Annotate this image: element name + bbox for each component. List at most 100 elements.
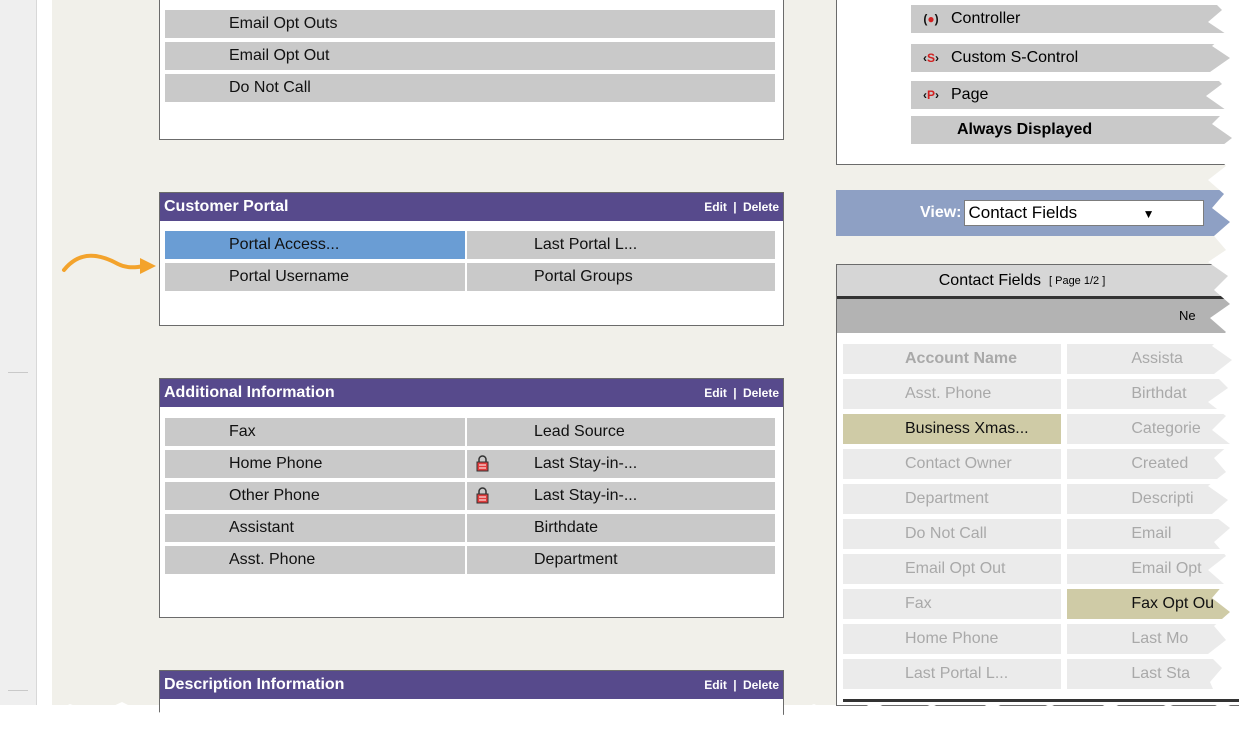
- next-page-link[interactable]: Ne: [1179, 308, 1196, 323]
- legend-label: Page: [951, 86, 989, 103]
- edit-link[interactable]: Edit: [704, 386, 727, 400]
- page-layout-editor: Email Opt Outs Email Opt Out Do Not Call…: [0, 0, 1239, 730]
- palette-field[interactable]: Business Xmas...: [843, 414, 1062, 444]
- curved-arrow-icon: [62, 253, 156, 274]
- view-bar: View: Contact Fields ▼: [836, 190, 1239, 236]
- field-assistant[interactable]: Assistant: [165, 514, 467, 542]
- field-portal-access[interactable]: Portal Access...: [165, 231, 467, 259]
- delete-link[interactable]: Delete: [743, 678, 779, 692]
- section-actions: Edit | Delete: [704, 678, 779, 692]
- palette-row: Email Opt Out Email Opt: [843, 554, 1239, 584]
- field-row: Portal Username Portal Groups: [165, 263, 779, 291]
- delete-link[interactable]: Delete: [743, 200, 779, 214]
- palette-field[interactable]: Email: [1067, 519, 1239, 549]
- edit-link[interactable]: Edit: [704, 678, 727, 692]
- palette-row: Home Phone Last Mo: [843, 624, 1239, 654]
- edit-link[interactable]: Edit: [704, 200, 727, 214]
- separator: |: [733, 678, 737, 692]
- field-do-not-call[interactable]: Do Not Call: [165, 74, 775, 102]
- section-contact-preferences: Email Opt Outs Email Opt Out Do Not Call: [159, 0, 784, 140]
- field-last-portal-login[interactable]: Last Portal L...: [467, 231, 775, 259]
- rail-divider: [8, 372, 28, 373]
- section-additional-information: Additional Information Edit | Delete Fax…: [159, 378, 784, 618]
- palette-row: Fax Fax Opt Ou: [843, 589, 1239, 619]
- section-header: Additional Information Edit | Delete: [160, 379, 783, 409]
- palette-field[interactable]: Last Portal L...: [843, 659, 1062, 689]
- view-select[interactable]: Contact Fields ▼: [963, 200, 1204, 226]
- legend-controller: (●) Controller: [911, 5, 1239, 33]
- section-description-information: Description Information Edit | Delete: [159, 670, 784, 730]
- palette-field[interactable]: Fax Opt Ou: [1067, 589, 1239, 619]
- palette-title: Contact Fields [ Page 1/2 ]: [837, 265, 1239, 299]
- palette-field[interactable]: Account Name: [843, 344, 1062, 374]
- separator: |: [733, 386, 737, 400]
- left-rail: [0, 0, 37, 705]
- page-icon: ‹P›: [922, 88, 939, 102]
- field-row: Assistant Birthdate: [165, 514, 779, 542]
- palette-row: Do Not Call Email: [843, 519, 1239, 549]
- field-portal-groups[interactable]: Portal Groups: [467, 263, 775, 291]
- controller-icon: (●): [923, 12, 939, 26]
- rail-divider: [8, 690, 28, 691]
- palette-field[interactable]: Asst. Phone: [843, 379, 1062, 409]
- field-asst-phone[interactable]: Asst. Phone: [165, 546, 467, 574]
- section-header: Description Information Edit | Delete: [160, 671, 783, 701]
- field-department[interactable]: Department: [467, 546, 775, 574]
- legend-page: ‹P› Page: [911, 81, 1239, 109]
- palette-row: Contact Owner Created: [843, 449, 1239, 479]
- field-portal-username[interactable]: Portal Username: [165, 263, 467, 291]
- field-row: Home Phone Last Stay-in-...: [165, 450, 779, 478]
- palette-field[interactable]: Email Opt Out: [843, 554, 1062, 584]
- palette-field[interactable]: Categorie: [1067, 414, 1239, 444]
- section-customer-portal: Customer Portal Edit | Delete Portal Acc…: [159, 192, 784, 326]
- palette-title-text: Contact Fields: [938, 271, 1041, 289]
- palette-field[interactable]: Department: [843, 484, 1062, 514]
- section-header: Customer Portal Edit | Delete: [160, 193, 783, 223]
- section-title: Additional Information: [164, 384, 335, 401]
- palette-field[interactable]: Fax: [843, 589, 1062, 619]
- palette-field[interactable]: Assista: [1067, 344, 1239, 374]
- palette-field[interactable]: Descripti: [1067, 484, 1239, 514]
- legend-label: Controller: [951, 10, 1021, 27]
- field-label: Last Stay-in-...: [534, 455, 638, 472]
- field-fax[interactable]: Fax: [165, 418, 467, 446]
- delete-link[interactable]: Delete: [743, 386, 779, 400]
- palette-field[interactable]: Birthdat: [1067, 379, 1239, 409]
- palette-nav: Ne: [837, 299, 1239, 333]
- palette-row: Business Xmas... Categorie: [843, 414, 1239, 444]
- field-last-stay-in-touch-save[interactable]: Last Stay-in-...: [467, 482, 775, 510]
- section-actions: Edit | Delete: [704, 386, 779, 400]
- padlock-icon: [476, 487, 489, 504]
- field-last-stay-in-touch-request[interactable]: Last Stay-in-...: [467, 450, 775, 478]
- field-row: Email Opt Out: [165, 42, 779, 70]
- legend-panel: (●) Controller ‹S› Custom S-Control ‹P› …: [836, 0, 1239, 165]
- field-palette: Contact Fields [ Page 1/2 ] Ne Account N…: [836, 264, 1239, 706]
- glyph-letter: P: [926, 88, 935, 102]
- view-selected-value: Contact Fields: [968, 203, 1078, 222]
- palette-field[interactable]: Last Mo: [1067, 624, 1239, 654]
- field-email-opt-outs[interactable]: Email Opt Outs: [165, 10, 775, 38]
- palette-row: Department Descripti: [843, 484, 1239, 514]
- field-birthdate[interactable]: Birthdate: [467, 514, 775, 542]
- field-other-phone[interactable]: Other Phone: [165, 482, 467, 510]
- palette-field[interactable]: Last Sta: [1067, 659, 1239, 689]
- palette-field[interactable]: Contact Owner: [843, 449, 1062, 479]
- field-lead-source[interactable]: Lead Source: [467, 418, 775, 446]
- s-control-icon: ‹S›: [922, 51, 939, 65]
- field-email-opt-out[interactable]: Email Opt Out: [165, 42, 775, 70]
- field-row: Asst. Phone Department: [165, 546, 779, 574]
- palette-row: Asst. Phone Birthdat: [843, 379, 1239, 409]
- palette-divider: [843, 699, 1239, 702]
- palette-field[interactable]: Do Not Call: [843, 519, 1062, 549]
- palette-field[interactable]: Created: [1067, 449, 1239, 479]
- palette-field[interactable]: Email Opt: [1067, 554, 1239, 584]
- separator: |: [733, 200, 737, 214]
- palette-field[interactable]: Home Phone: [843, 624, 1062, 654]
- palette-page-indicator: [ Page 1/2 ]: [1049, 274, 1106, 287]
- field-row: Do Not Call: [165, 74, 779, 102]
- legend-always-displayed: Always Displayed: [911, 116, 1239, 144]
- field-row: Email Opt Outs: [165, 10, 779, 38]
- section-actions: Edit | Delete: [704, 200, 779, 214]
- field-home-phone[interactable]: Home Phone: [165, 450, 467, 478]
- palette-field-grid: Account Name Assista Asst. Phone Birthda…: [843, 344, 1239, 694]
